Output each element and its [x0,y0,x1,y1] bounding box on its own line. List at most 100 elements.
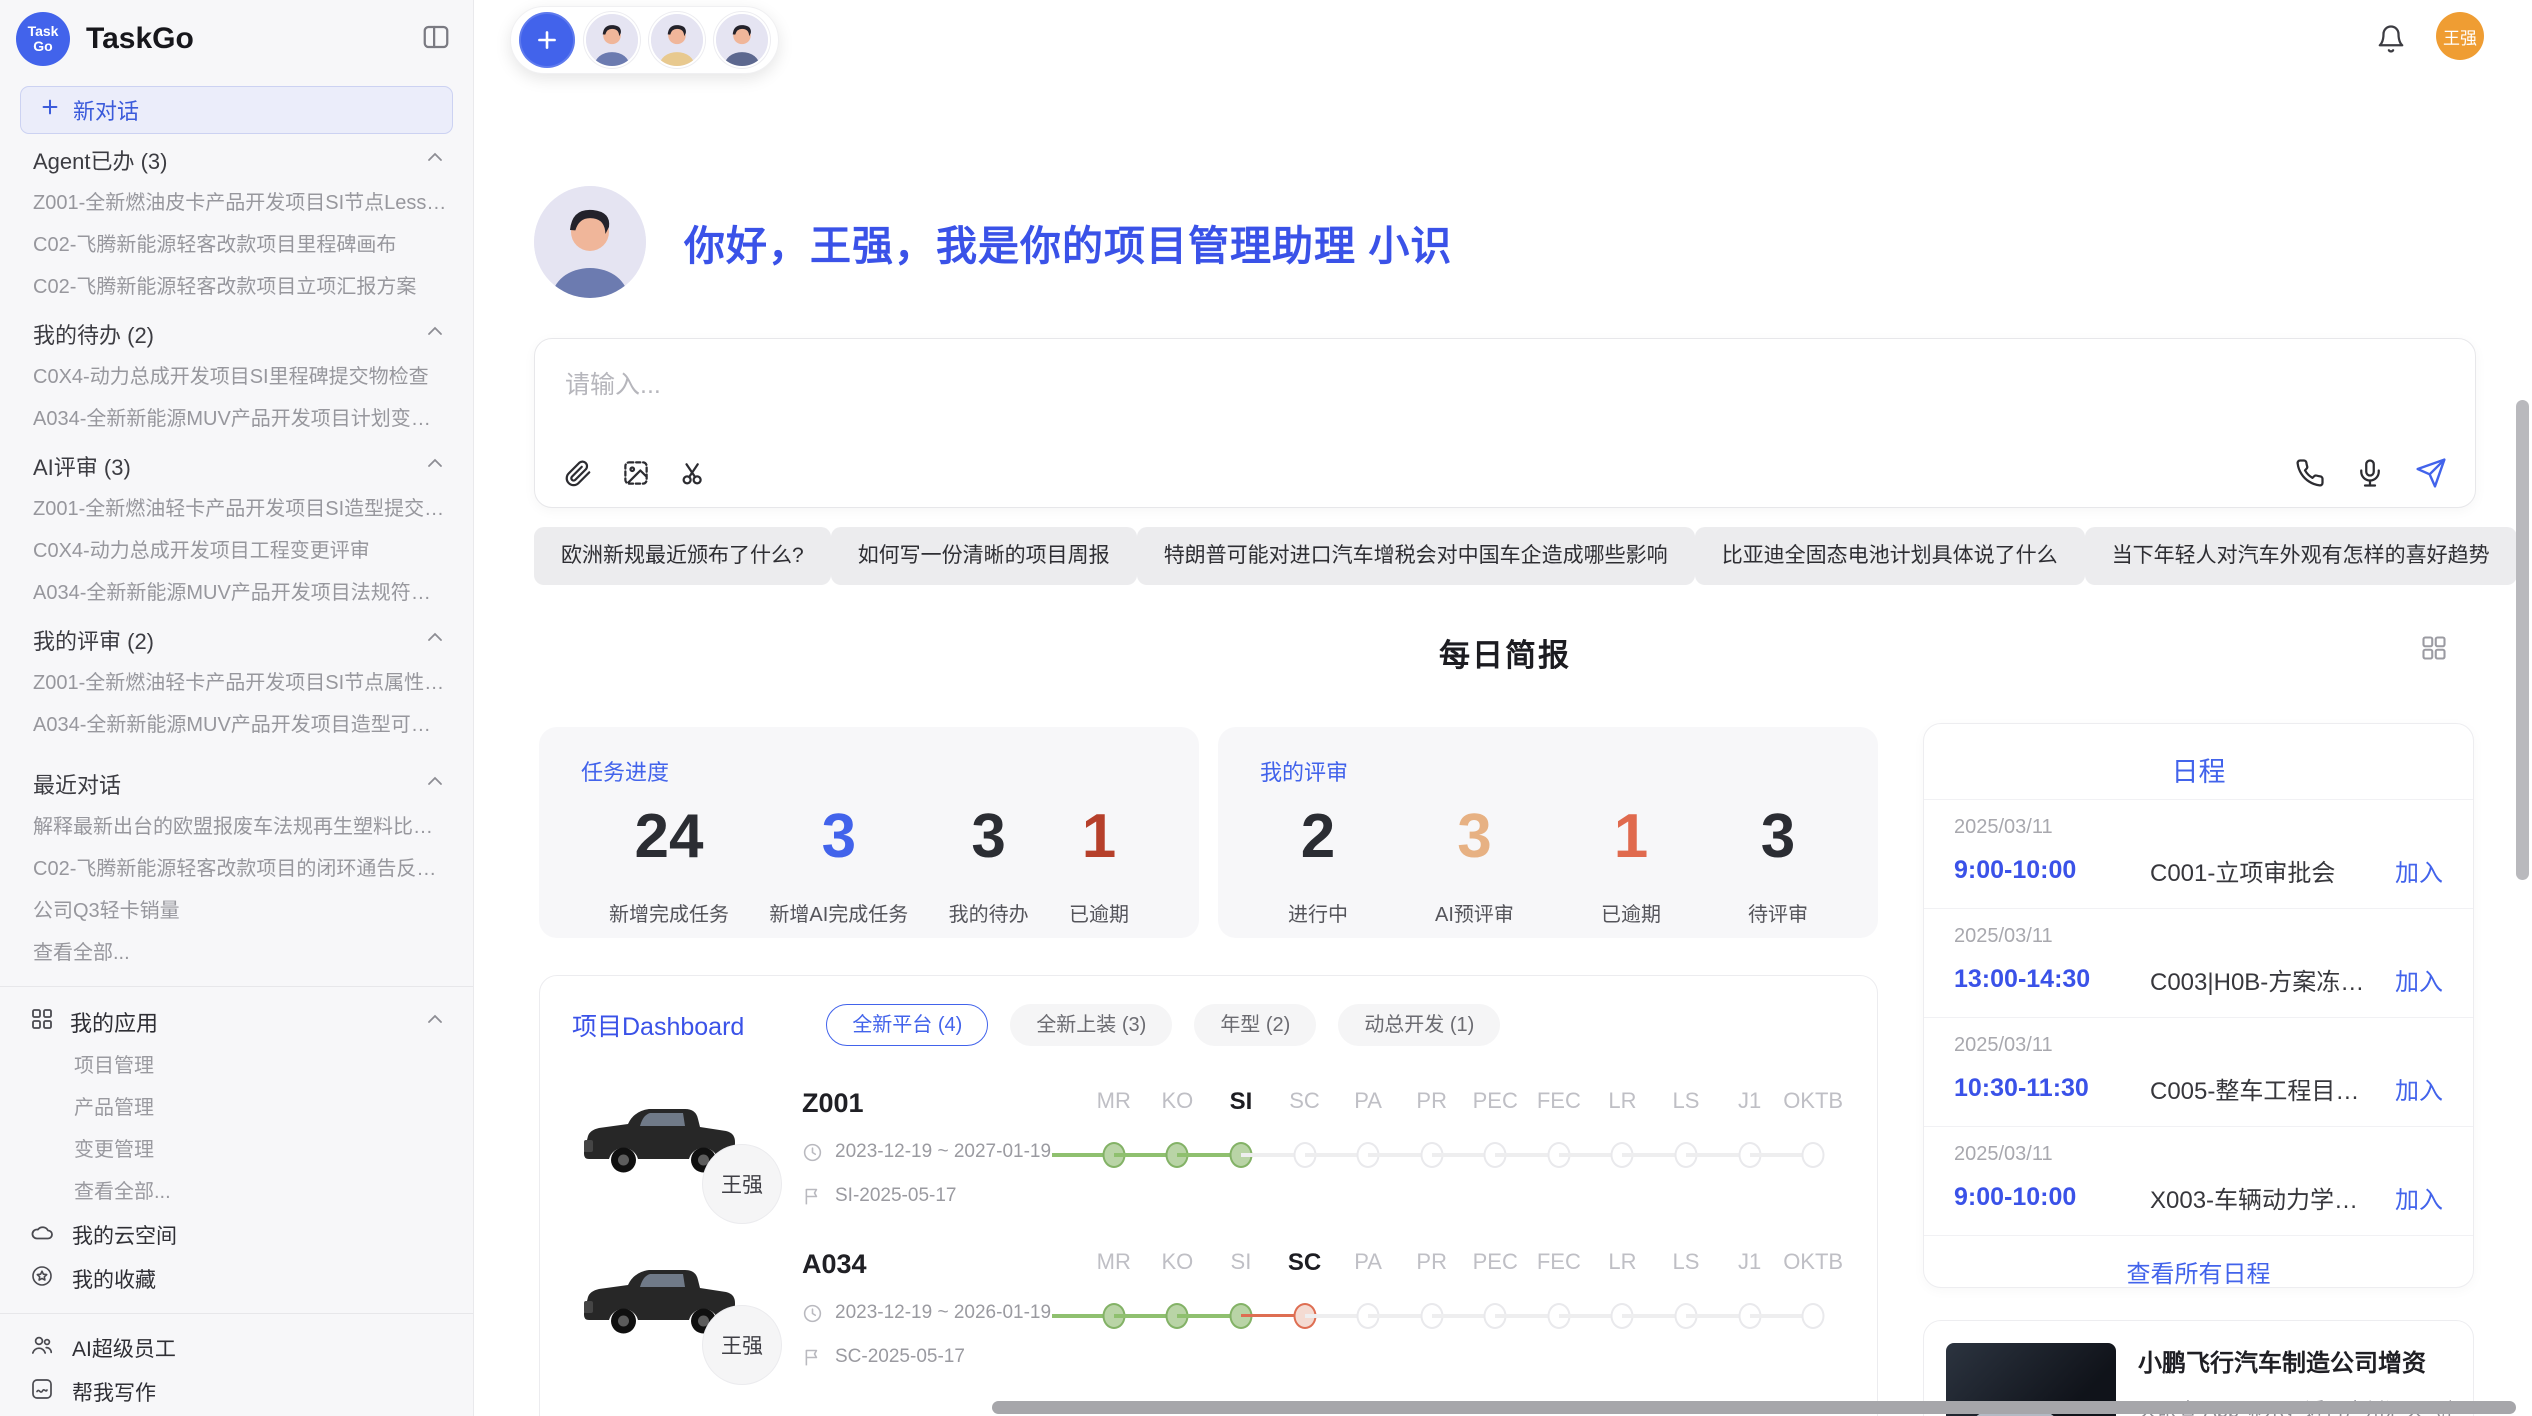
chevron-up-icon[interactable] [423,625,447,655]
stat-item: 3待评审 [1748,801,1808,927]
sidebar-list-item[interactable]: C02-飞腾新能源轻客改款项目里程碑画布 [0,224,473,266]
stat-label: 进行中 [1288,898,1348,927]
chat-input[interactable] [535,339,2475,435]
sidebar-group-header[interactable]: 我的待办 (2) [0,312,473,356]
sidebar-group-header[interactable]: 我的评审 (2) [0,618,473,662]
suggestion-chip[interactable]: 如何写一份清晰的项目周报 [831,527,1137,585]
sidebar-list-item[interactable]: C02-飞腾新能源轻客改款项目的闭环通告反馈情况 [0,848,473,890]
sidebar-list-item[interactable]: C0X4-动力总成开发项目工程变更评审 [0,530,473,572]
my-apps-sub-item[interactable]: 查看全部... [0,1171,473,1213]
user-avatar[interactable]: 王强 [2436,12,2484,60]
attachment-icon[interactable] [563,458,593,488]
sidebar-list-item[interactable]: 公司Q3轻卡销量 [0,890,473,932]
sidebar-list-item[interactable]: C0X4-动力总成开发项目SI里程碑提交物检查 [0,356,473,398]
sidebar-item-cloud-space[interactable]: 我的云空间 [0,1213,473,1257]
project-row[interactable]: 王强A0342023-12-19 ~ 2026-01-19SC-2025-05-… [572,1247,1845,1368]
sidebar-group-header[interactable]: 最近对话 [0,762,473,806]
send-icon[interactable] [2415,457,2447,489]
agent-avatar-2[interactable] [649,12,705,68]
project-code: A034 [802,1249,1082,1280]
sidebar-list-item[interactable]: A034-全新新能源MUV产品开发项目法规符合性评审 [0,572,473,614]
dashboard-title: 项目Dashboard [572,1007,744,1043]
sidebar-list-item[interactable]: Z001-全新燃油皮卡产品开发项目SI节点Lesson Learn报告 [0,182,473,224]
dashboard-tab[interactable]: 全新平台 (4) [826,1004,988,1046]
daily-briefing-header: 每日简报 [534,630,2476,675]
scissors-icon[interactable] [679,458,709,488]
sidebar-list-item[interactable]: Z001-全新燃油轻卡产品开发项目SI造型提交物评审 [0,488,473,530]
chevron-up-icon[interactable] [423,1007,447,1037]
milestone-label: J1 [1718,1088,1782,1116]
sidebar-list-item[interactable]: A034-全新新能源MUV产品开发项目计划变更表编写 [0,398,473,440]
agent-avatar-3[interactable] [714,12,770,68]
image-upload-icon[interactable] [621,458,651,488]
horizontal-scrollbar[interactable] [992,1401,2516,1414]
suggestion-chip[interactable]: 比亚迪全固态电池计划具体说了什么 [1695,527,2085,585]
stat-item: 3AI预评审 [1435,801,1514,927]
schedule-title: 日程 [1924,724,2473,799]
microphone-icon[interactable] [2355,458,2385,488]
sidebar-list-item[interactable]: 解释最新出台的欧盟报废车法规再生塑料比例被调至15%... [0,806,473,848]
greeting-block: 你好，王强，我是你的项目管理助理 小识 [534,186,1452,298]
sidebar-list-item[interactable]: Z001-全新燃油轻卡产品开发项目SI节点属性5D文件评审 [0,662,473,704]
layout-grid-icon[interactable] [2420,634,2448,667]
sidebar-group: 最近对话解释最新出台的欧盟报废车法规再生塑料比例被调至15%...C02-飞腾新… [0,762,473,974]
stat-item: 3我的待办 [949,801,1029,927]
phone-call-icon[interactable] [2295,458,2325,488]
my-apps-sub-item[interactable]: 变更管理 [0,1129,473,1171]
logo-line2: Go [33,39,52,54]
add-agent-button[interactable] [519,12,575,68]
schedule-date: 2025/03/11 [1954,1034,2443,1057]
new-chat-button[interactable]: 新对话 [20,86,453,134]
join-meeting-link[interactable]: 加入 [2395,1071,2443,1106]
schedule-line: 13:00-14:30C003|H0B-方案冻结评审加入 [1954,962,2443,997]
join-meeting-link[interactable]: 加入 [2395,962,2443,997]
milestone-track: MRKOSISCPAPRPECFECLRLSJ1OKTB [1082,1247,1845,1368]
daily-briefing-title: 每日简报 [1439,638,1571,673]
my-apps-sub-item[interactable]: 产品管理 [0,1087,473,1129]
my-apps-sub-item[interactable]: 项目管理 [0,1045,473,1087]
sidebar-tool-label: AI超级员工 [72,1333,176,1363]
project-dates: 2023-12-19 ~ 2026-01-19 [802,1302,1082,1324]
schedule-date: 2025/03/11 [1954,816,2443,839]
sidebar-list-item[interactable]: A034-全新新能源MUV产品开发项目造型可行性评审 [0,704,473,746]
agent-avatar-1[interactable] [584,12,640,68]
milestone-label: PR [1400,1088,1464,1116]
sidebar-item-my-apps[interactable]: 我的应用 [0,999,473,1045]
project-row[interactable]: 王强Z0012023-12-19 ~ 2027-01-19SI-2025-05-… [572,1086,1845,1207]
sidebar-group-header[interactable]: AI评审 (3) [0,444,473,488]
sidebar-tool-people[interactable]: AI超级员工 [0,1326,473,1370]
suggestion-chip[interactable]: 特朗普可能对进口汽车增税会对中国车企造成哪些影响 [1137,527,1695,585]
suggestion-chip[interactable]: 欧洲新规最近颁布了什么? [534,527,831,585]
milestone-label: PEC [1463,1088,1527,1116]
sidebar-list-item[interactable]: 查看全部... [0,932,473,974]
sidebar-item-favorites[interactable]: 我的收藏 [0,1257,473,1301]
join-meeting-link[interactable]: 加入 [2395,853,2443,888]
dashboard-tab[interactable]: 动总开发 (1) [1338,1004,1500,1046]
app-title: TaskGo [86,22,421,56]
notification-bell-icon[interactable] [2376,24,2406,59]
sidebar-group-header[interactable]: Agent已办 (3) [0,138,473,182]
dashboard-tab[interactable]: 全新上装 (3) [1010,1004,1172,1046]
chevron-up-icon[interactable] [423,769,447,799]
sidebar-group: Agent已办 (3)Z001-全新燃油皮卡产品开发项目SI节点Lesson L… [0,138,473,308]
schedule-card: 日程 2025/03/119:00-10:00C001-立项审批会加入2025/… [1923,723,2474,1288]
sidebar-tool-write[interactable]: 帮我写作 [0,1370,473,1414]
chevron-up-icon[interactable] [423,319,447,349]
sidebar-list-item[interactable]: C02-飞腾新能源轻客改款项目立项汇报方案 [0,266,473,308]
chevron-up-icon[interactable] [423,451,447,481]
collapse-sidebar-icon[interactable] [421,22,451,57]
cloud-icon [30,1220,54,1250]
join-meeting-link[interactable]: 加入 [2395,1180,2443,1215]
view-all-schedule-link[interactable]: 查看所有日程 [1924,1235,2473,1288]
chevron-up-icon[interactable] [423,145,447,175]
dashboard-tab[interactable]: 年型 (2) [1194,1004,1316,1046]
milestone-node [1802,1303,1825,1329]
milestone-label: KO [1146,1088,1210,1116]
flag-icon [802,1347,823,1368]
suggestion-chip[interactable]: 当下年轻人对汽车外观有怎样的喜好趋势 [2085,527,2517,585]
my-apps-label: 我的应用 [70,1006,407,1038]
vertical-scrollbar[interactable] [2516,400,2529,880]
plus-icon [39,96,61,124]
sidebar-scroll: Agent已办 (3)Z001-全新燃油皮卡产品开发项目SI节点Lesson L… [0,138,473,1416]
people-icon [30,1333,54,1363]
